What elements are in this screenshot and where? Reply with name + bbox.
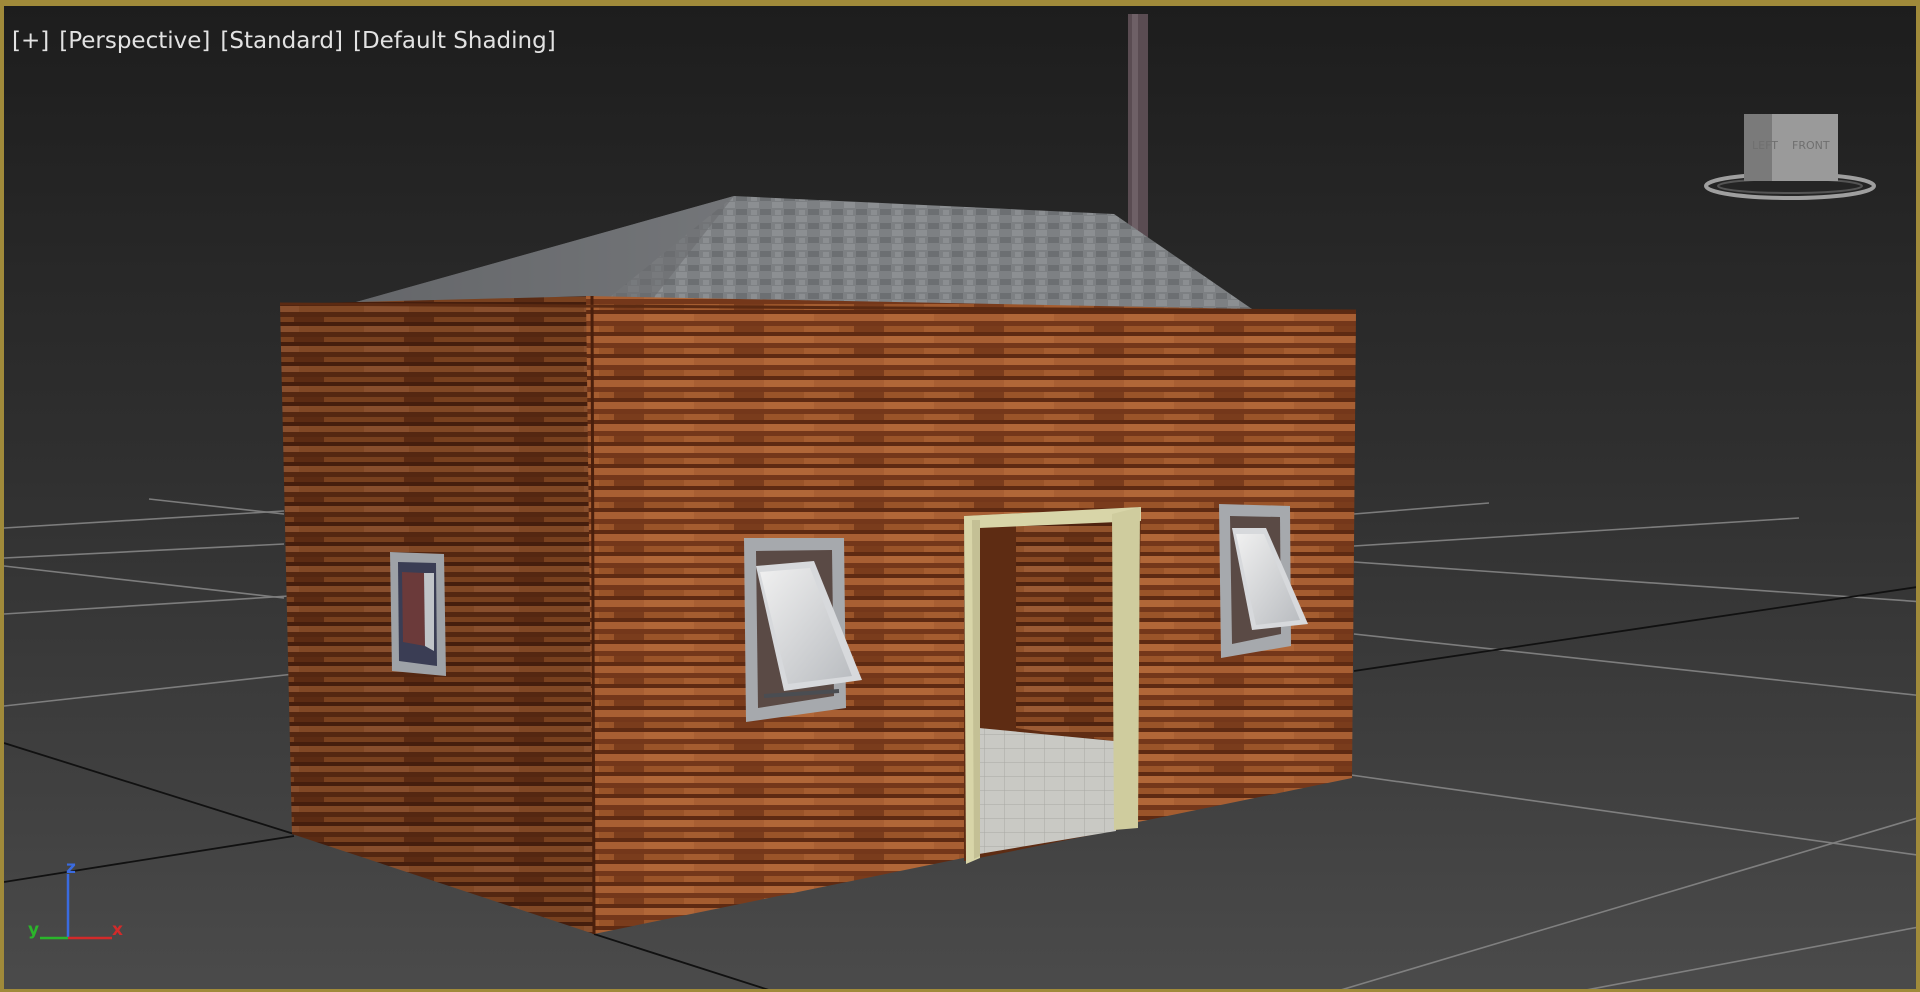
axis-x-label: x [112, 920, 123, 940]
scene-canvas[interactable] [4, 6, 1920, 992]
front-window-left [744, 538, 862, 722]
doorway [964, 507, 1141, 864]
axis-z-label: z [66, 858, 76, 878]
viewcube[interactable]: LEFT FRONT [1700, 106, 1880, 206]
viewcube-left-face-label[interactable]: LEFT [1752, 139, 1778, 152]
viewcube-front-face-label[interactable]: FRONT [1792, 139, 1830, 152]
viewport-plus-menu[interactable]: [+] [12, 28, 49, 54]
house-corner [590, 295, 596, 935]
viewport-point-of-view-menu[interactable]: [Perspective] [59, 28, 210, 54]
pole-highlight [1132, 14, 1138, 242]
viewport-per-view-preference-menu[interactable]: [Standard] [220, 28, 343, 54]
perspective-viewport[interactable]: [+] [Perspective] [Standard] [Default Shadi… [0, 0, 1920, 992]
viewport-shading-menu[interactable]: [Default Shading] [353, 28, 556, 54]
viewport-label-menu: [+] [Perspective] [Standard] [Default Shadi… [12, 28, 566, 54]
left-window [390, 552, 446, 676]
axis-y-label: y [28, 920, 40, 940]
